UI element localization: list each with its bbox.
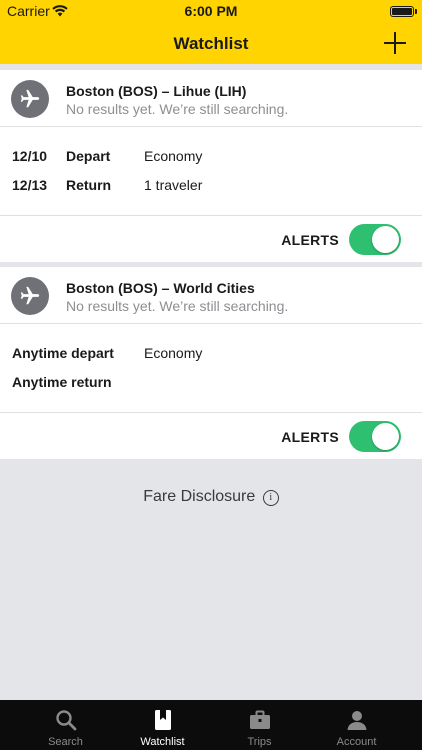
cabin-class: Economy <box>144 148 203 164</box>
tab-label: Watchlist <box>140 736 185 748</box>
plane-icon <box>11 80 49 118</box>
return-row: Anytime return <box>0 374 422 394</box>
watchlist-card[interactable]: Boston (BOS) – Lihue (LIH) No results ye… <box>0 70 422 262</box>
toggle-knob <box>372 423 399 450</box>
card-header: Boston (BOS) – Lihue (LIH) No results ye… <box>0 70 422 127</box>
depart-row: 12/10 Depart Economy <box>0 148 422 168</box>
route-title: Boston (BOS) – Lihue (LIH) <box>66 83 247 99</box>
plane-icon <box>11 277 49 315</box>
tab-label: Account <box>336 736 377 748</box>
tab-label: Search <box>48 736 83 748</box>
tab-watchlist[interactable]: Watchlist <box>110 700 215 750</box>
fare-disclosure-link[interactable]: Fare Disclosure i <box>0 488 422 506</box>
briefcase-icon <box>249 710 270 729</box>
status-bar: Carrier 6:00 PM <box>0 0 422 22</box>
return-label: Anytime return <box>12 374 112 390</box>
add-watch-button[interactable] <box>382 30 408 56</box>
alerts-row: ALERTS <box>0 413 422 459</box>
person-icon <box>347 711 366 730</box>
page-title: Watchlist <box>173 34 249 53</box>
alerts-row: ALERTS <box>0 216 422 262</box>
search-status: No results yet. We’re still searching. <box>66 101 289 117</box>
alerts-label: ALERTS <box>281 429 339 445</box>
return-date: 12/13 <box>12 177 48 193</box>
tab-trips[interactable]: Trips <box>207 700 312 750</box>
watchlist-card[interactable]: Boston (BOS) – World Cities No results y… <box>0 267 422 459</box>
traveler-count: 1 traveler <box>144 177 203 193</box>
battery-icon <box>390 6 414 17</box>
toggle-knob <box>372 226 399 253</box>
depart-label: Anytime depart <box>12 345 114 361</box>
route-title: Boston (BOS) – World Cities <box>66 280 255 296</box>
trip-details: Anytime depart Economy Anytime return <box>0 324 422 413</box>
info-icon: i <box>262 490 279 506</box>
cabin-class: Economy <box>144 345 203 361</box>
bookmark-icon <box>154 710 171 730</box>
fare-disclosure-label: Fare Disclosure <box>143 488 256 505</box>
battery-tip <box>415 9 417 14</box>
status-time: 6:00 PM <box>184 3 238 19</box>
depart-label: Depart <box>66 148 111 164</box>
app-header: Carrier 6:00 PM Watchlist <box>0 0 422 64</box>
alerts-toggle[interactable] <box>349 421 401 452</box>
trip-details: 12/10 Depart Economy 12/13 Return 1 trav… <box>0 127 422 216</box>
alerts-label: ALERTS <box>281 232 339 248</box>
tab-search[interactable]: Search <box>13 700 118 750</box>
alerts-toggle[interactable] <box>349 224 401 255</box>
search-status: No results yet. We’re still searching. <box>66 298 289 314</box>
card-header: Boston (BOS) – World Cities No results y… <box>0 267 422 324</box>
tab-label: Trips <box>247 736 272 748</box>
return-row: 12/13 Return 1 traveler <box>0 177 422 197</box>
depart-row: Anytime depart Economy <box>0 345 422 365</box>
return-label: Return <box>66 177 112 193</box>
tab-bar: Search Watchlist Trips Account <box>0 700 422 750</box>
tab-account[interactable]: Account <box>304 700 409 750</box>
search-icon <box>55 710 76 731</box>
depart-date: 12/10 <box>12 148 48 164</box>
